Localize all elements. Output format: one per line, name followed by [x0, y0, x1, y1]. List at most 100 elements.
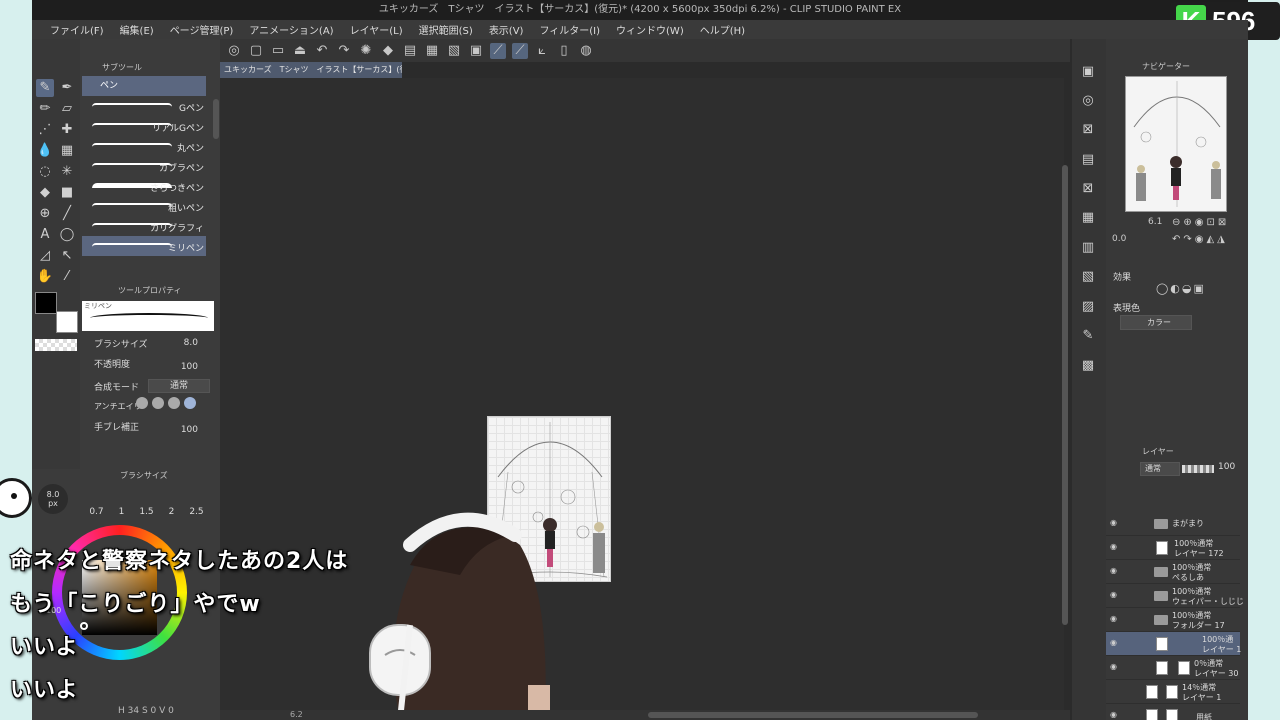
material-icon[interactable]: ▤ — [1079, 151, 1097, 169]
antialias-options[interactable] — [136, 397, 196, 409]
layer-row[interactable]: ◉ 用紙 — [1106, 704, 1240, 720]
hand-icon[interactable]: ✋ — [36, 268, 54, 286]
subtool-scrollbar[interactable] — [213, 99, 219, 139]
pen-nib-icon[interactable]: ✒ — [58, 79, 76, 97]
blend-icon[interactable]: 💧 — [36, 142, 54, 160]
brush-item[interactable]: リアルGペン — [82, 116, 206, 136]
undo-icon[interactable]: ↶ — [314, 43, 330, 59]
brush-size-row[interactable]: ブラシサイズ 8.0 — [94, 337, 212, 353]
size-preset[interactable]: 1 — [109, 507, 134, 517]
assets-icon[interactable]: ◍ — [578, 43, 594, 59]
snap-grid-icon[interactable]: ▣ — [468, 43, 484, 59]
subtool-group-tab[interactable]: ペン — [82, 76, 206, 96]
edit-icon[interactable]: ✎ — [1079, 327, 1097, 345]
menu-filter[interactable]: フィルター(I) — [531, 22, 608, 37]
layer-opacity-value[interactable]: 100 — [1218, 462, 1235, 472]
brush-item[interactable]: カリグラフィ — [82, 216, 206, 236]
magic-wand-icon[interactable]: ✳ — [58, 163, 76, 181]
figure-icon[interactable]: ▦ — [58, 142, 76, 160]
snap-special-icon[interactable]: ▧ — [446, 43, 462, 59]
layer-row[interactable]: 14％通常 レイヤー 1 — [1106, 680, 1240, 704]
grid-icon[interactable]: ▦ — [1079, 209, 1097, 227]
line-icon[interactable]: ╱ — [58, 205, 76, 223]
menu-selection[interactable]: 選択範囲(S) — [411, 22, 481, 37]
size-preset[interactable]: 1.5 — [134, 507, 159, 517]
size-preset[interactable]: 2.5 — [184, 507, 209, 517]
background-color[interactable] — [56, 311, 78, 333]
stroke-alt-icon[interactable]: ⟋ — [512, 42, 528, 59]
redo-icon[interactable]: ↷ — [336, 43, 352, 59]
fill-bucket-icon[interactable]: ◆ — [380, 43, 396, 59]
opacity-row[interactable]: 不透明度 100 — [94, 357, 212, 373]
clip-studio-icon[interactable]: ◎ — [226, 43, 242, 59]
device-icon[interactable]: ▯ — [556, 43, 572, 59]
image-icon[interactable]: ▧ — [1079, 268, 1097, 286]
size-preset[interactable]: 0.7 — [84, 507, 109, 517]
export-icon[interactable]: ▨ — [1079, 298, 1097, 316]
document-tab[interactable]: ユキッカーズ Tシャツ イラスト【サーカス】(復元)* — [220, 62, 402, 78]
gradient-icon[interactable]: ■ — [58, 184, 76, 202]
lasso-icon[interactable]: ◌ — [36, 163, 54, 181]
menu-view[interactable]: 表示(V) — [481, 22, 532, 37]
navigator-zoom-row[interactable]: 6.1 ⊖⊕◉⊡⊠ — [1108, 217, 1246, 231]
close-panel-icon[interactable]: ⊠ — [1079, 121, 1097, 139]
navigator-rotate-row[interactable]: 0.0 ↶↷◉◭◮ — [1108, 234, 1246, 248]
layer-row[interactable]: ◉ 100％通常 フォルダー 17 — [1106, 608, 1240, 632]
navigator-thumbnail[interactable] — [1125, 76, 1227, 212]
stroke-icon[interactable]: ⟋ — [490, 42, 506, 59]
eyedropper-icon[interactable]: ⁄ — [58, 268, 76, 286]
menu-layer[interactable]: レイヤー(L) — [342, 22, 411, 37]
color-picker-cursor[interactable] — [80, 622, 88, 630]
navigator-icon[interactable]: ▣ — [1079, 63, 1097, 81]
frame-icon[interactable]: ◿ — [36, 247, 54, 265]
book-icon[interactable]: ▥ — [1079, 239, 1097, 257]
foreground-color[interactable] — [35, 292, 57, 314]
layer-row[interactable]: ◉ 100％通常 レイヤー 172 — [1106, 536, 1240, 560]
layer-opacity-slider[interactable] — [1182, 465, 1214, 473]
brush-item[interactable]: さらつきペン — [82, 176, 206, 196]
canvas-zoom-value[interactable]: 6.2 — [290, 710, 303, 719]
balloon-icon[interactable]: ◯ — [58, 226, 76, 244]
layer-row-selected[interactable]: ◉ 100％通 レイヤー 1 — [1106, 632, 1241, 656]
history-icon[interactable]: ▩ — [1079, 357, 1097, 375]
brush-item[interactable]: 粗いペン — [82, 196, 206, 216]
effect-toggle-icons[interactable]: ◯◐◒▣ — [1156, 282, 1236, 296]
correction-icon[interactable]: ⟀ — [534, 43, 550, 59]
stabilization-row[interactable]: 手ブレ補正 100 — [94, 420, 212, 436]
new-file-icon[interactable]: ▢ — [248, 43, 264, 59]
canvas-horizontal-scrollbar[interactable] — [648, 712, 978, 718]
menu-help[interactable]: ヘルプ(H) — [692, 22, 753, 37]
settings-icon[interactable]: ✺ — [358, 43, 374, 59]
eraser-icon[interactable]: ▱ — [58, 100, 76, 118]
airbrush-icon[interactable]: ⋰ — [36, 121, 54, 139]
expression-color-select[interactable]: カラー — [1120, 315, 1192, 330]
cancel-icon[interactable]: ⊠ — [1079, 180, 1097, 198]
size-preset[interactable]: 2 — [159, 507, 184, 517]
pencil-icon[interactable]: ✏ — [36, 100, 54, 118]
pen-tool-icon[interactable]: ✎ — [36, 79, 54, 97]
blend-mode-row[interactable]: 合成モード 通常 — [94, 379, 212, 396]
menu-window[interactable]: ウィンドウ(W) — [608, 22, 692, 37]
blend-mode-select[interactable]: 通常 — [148, 379, 210, 393]
layer-row[interactable]: ◉ まがまり — [1106, 512, 1240, 536]
transform-icon[interactable]: ▤ — [402, 43, 418, 59]
ruler-icon[interactable]: ↖ — [58, 247, 76, 265]
decoration-icon[interactable]: ✚ — [58, 121, 76, 139]
menu-animation[interactable]: アニメーション(A) — [241, 22, 341, 37]
transparent-color[interactable] — [35, 339, 77, 351]
brush-item-selected[interactable]: ミリペン — [82, 236, 206, 256]
brush-item[interactable]: カブラペン — [82, 156, 206, 176]
brush-item[interactable]: 丸ペン — [82, 136, 206, 156]
layer-blend-select[interactable]: 通常 — [1140, 462, 1180, 476]
save-icon[interactable]: ⏏ — [292, 43, 308, 59]
layer-row[interactable]: ◉ 0％通常 レイヤー 30 — [1106, 656, 1240, 680]
operation-icon[interactable]: ⊕ — [36, 205, 54, 223]
snap-ruler-icon[interactable]: ▦ — [424, 43, 440, 59]
canvas-vertical-scrollbar[interactable] — [1062, 165, 1068, 625]
text-icon[interactable]: A — [36, 226, 54, 244]
layer-row[interactable]: ◉ 100％通常 ウェイパー・しじじ — [1106, 584, 1244, 608]
fill-icon[interactable]: ◆ — [36, 184, 54, 202]
menu-edit[interactable]: 編集(E) — [112, 22, 162, 37]
layer-row[interactable]: ◉ 100％通常 ぺるしあ — [1106, 560, 1240, 584]
search-icon[interactable]: ◎ — [1079, 92, 1097, 110]
